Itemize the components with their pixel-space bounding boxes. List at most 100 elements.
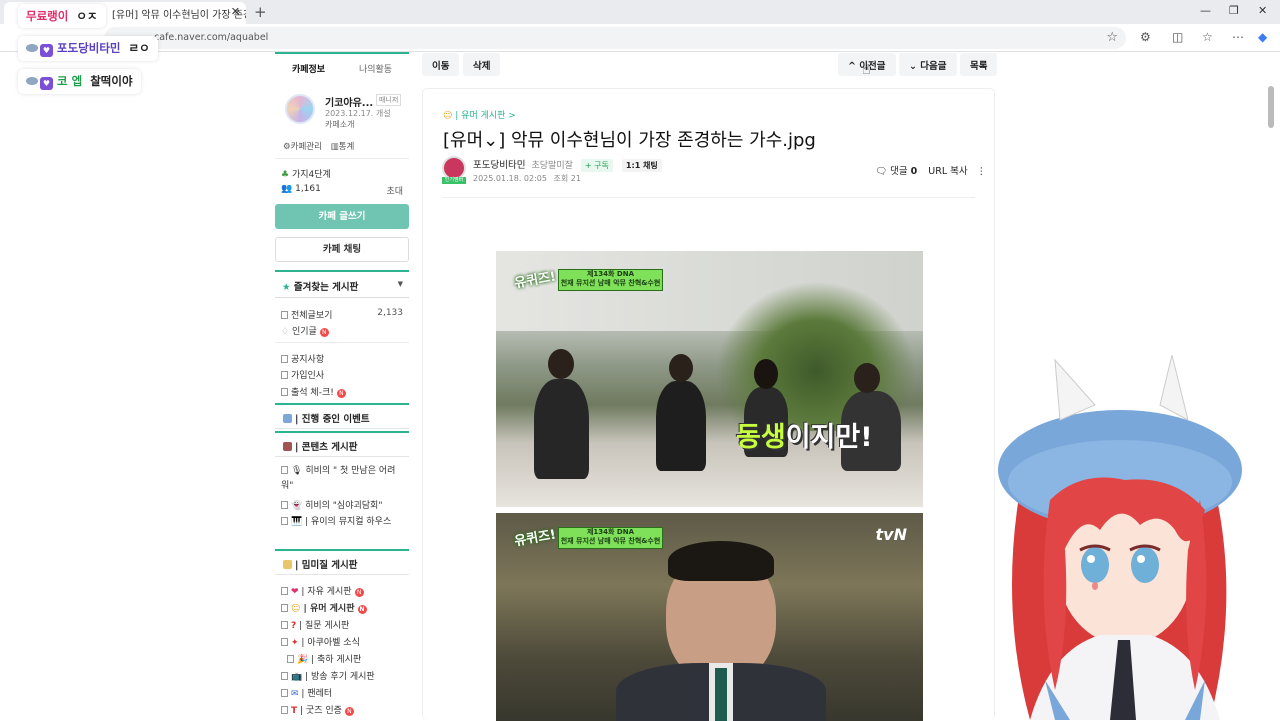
cafe-chat-button[interactable]: 카페 채팅 xyxy=(275,237,409,262)
bookmark-star-icon[interactable]: ☆ xyxy=(1106,30,1118,45)
menu-board-free[interactable]: ❤ | 자유 게시판 N xyxy=(281,584,364,597)
vtuber-avatar xyxy=(960,350,1280,720)
page-scrollbar[interactable] xyxy=(1268,86,1274,128)
more-icon[interactable]: ⋮ xyxy=(977,166,987,177)
heart-icon: ❤ xyxy=(291,587,299,597)
banner-top: 제134화 DNA xyxy=(586,270,634,278)
favorites-icon[interactable]: ☆ xyxy=(1202,30,1213,44)
menu-attend[interactable]: 출석 체-크! N xyxy=(281,385,346,398)
menu-label: | 굿즈 인증 xyxy=(300,706,342,716)
menu-board-humor[interactable]: ☺ | 유머 게시판 N xyxy=(281,601,367,614)
divider xyxy=(443,197,975,198)
menu-board-question[interactable]: ? | 질문 게시판 xyxy=(281,618,349,631)
banner-sub: 천재 뮤지션 남매 악뮤 찬혁&수현 xyxy=(560,279,661,287)
new-tab-button[interactable]: + xyxy=(254,3,267,21)
cafe-manage-link[interactable]: 카페관리 xyxy=(291,142,322,152)
mic-icon: 🎙 xyxy=(291,466,303,476)
minimize-icon[interactable]: — xyxy=(1200,4,1211,17)
host-2-head xyxy=(854,363,880,393)
star-icon: ★ xyxy=(282,282,291,293)
list-button[interactable]: 목록 xyxy=(960,53,998,76)
cursor-icon: ☝ xyxy=(862,62,871,78)
menu-notice[interactable]: 공지사항 xyxy=(281,352,324,365)
chevron-down-icon: ⌄ xyxy=(909,61,921,72)
video-frame-1: 제134화 DNA 천재 뮤지션 남매 악뮤 찬혁&수현 유퀴즈! 동생이지만! xyxy=(496,251,923,507)
comments-count: 0 xyxy=(910,166,918,177)
hand-icon xyxy=(283,560,292,569)
cafe-level-text: 가지4단계 xyxy=(291,170,331,180)
menu-content-2[interactable]: 👻 히비의 "심야괴담회" xyxy=(281,498,382,511)
stats-icon: ▥ xyxy=(330,142,339,152)
menu-content-1[interactable]: 🎙 히비의 " 첫 만남은 어려워" xyxy=(281,464,401,494)
menu-board-review[interactable]: 📺 | 방송 후기 게시판 xyxy=(281,669,375,682)
board-icon xyxy=(281,689,288,697)
one-on-one-chat-button[interactable]: 1:1 채팅 xyxy=(621,159,662,172)
chat-user-1: 무료랭이 xyxy=(26,9,69,23)
cafe-write-button[interactable]: 카페 글쓰기 xyxy=(275,204,409,229)
host-1-head xyxy=(548,349,574,379)
next-post-button[interactable]: ⌄ 다음글 xyxy=(899,53,957,76)
menu-board-goods[interactable]: T | 굿즈 인증 N xyxy=(281,703,354,716)
banner-sub: 천재 뮤지션 남매 악뮤 찬혁&수현 xyxy=(560,537,661,545)
extensions-icon[interactable]: ⚙ xyxy=(1140,30,1151,44)
group-label: | 진행 중인 이벤트 xyxy=(295,414,370,425)
party-icon: 🎉 xyxy=(297,655,309,665)
window-close-icon[interactable]: ✕ xyxy=(1258,4,1267,17)
favorite-boards-header[interactable]: ★ 즐겨찾는 게시판 ▼ xyxy=(275,270,409,298)
more-menu-icon[interactable]: ⋯ xyxy=(1232,30,1244,44)
cafe-logo[interactable] xyxy=(285,94,315,124)
menu-label: 출석 체-크! xyxy=(291,388,334,398)
close-icon[interactable]: ✕ xyxy=(231,5,240,18)
tab-my-activity[interactable]: 나의활동 xyxy=(342,54,409,80)
stats-link[interactable]: 통계 xyxy=(339,142,355,152)
favorite-boards-label: 즐겨찾는 게시판 xyxy=(293,282,359,293)
menu-label: 공지사항 xyxy=(291,355,325,365)
invite-link[interactable]: 초대 xyxy=(386,184,403,197)
menu-label: | 자유 게시판 xyxy=(301,587,352,597)
member-count[interactable]: 👥 1,161 xyxy=(281,184,321,194)
breadcrumb[interactable]: ☺ | 유머 게시판 > xyxy=(443,108,516,121)
menu-board-fanletter[interactable]: ✉ | 팬레터 xyxy=(281,686,332,699)
host-hair xyxy=(668,541,774,581)
group-event[interactable]: | 진행 중인 이벤트 xyxy=(275,403,409,429)
menu-board-congrats[interactable]: 🎉 | 축하 게시판 xyxy=(287,652,361,665)
menu-label: | 방송 후기 게시판 xyxy=(305,672,375,682)
author-name[interactable]: 포도당비타민 xyxy=(473,160,525,171)
group-contents[interactable]: | 콘텐츠 게시판 xyxy=(275,431,409,457)
post-title: [유머⌄] 악뮤 이수현님이 가장 존경하는 가수.jpg xyxy=(443,130,816,151)
network-logo: tvN xyxy=(875,525,907,544)
cafe-level: ♣ 가지4단계 xyxy=(281,167,331,180)
comments-link[interactable]: 🗨 댓글 0 URL 복사 ⋮ xyxy=(875,163,986,177)
heart-icon: ♥ xyxy=(40,77,53,90)
move-button[interactable]: 이동 xyxy=(422,53,460,76)
menu-label: 전체글보기 xyxy=(291,311,333,321)
menu-all-posts[interactable]: 전체글보기 xyxy=(281,308,332,321)
tab-cafe-info[interactable]: 카페정보 xyxy=(275,54,342,80)
maximize-icon[interactable]: ❐ xyxy=(1229,4,1239,17)
sidebar-tabs: 카페정보 나의활동 xyxy=(275,52,409,80)
comment-icon: 🗨 xyxy=(875,166,888,177)
delete-button[interactable]: 삭제 xyxy=(463,53,501,76)
chat-text-2: ㄹㅇ xyxy=(128,41,150,55)
cafe-name[interactable]: 기코야유... xyxy=(325,94,373,109)
menu-board-news[interactable]: ✦ | 아쿠아벨 소식 xyxy=(281,635,360,648)
new-badge: N xyxy=(336,389,346,398)
subscribe-button[interactable]: + 구독 xyxy=(580,159,613,172)
menu-content-3[interactable]: 🎹 | 유이의 뮤지컬 하우스 xyxy=(281,515,401,530)
saucer-icon xyxy=(26,77,38,85)
show-logo: 유퀴즈! xyxy=(513,527,558,550)
url-copy-button[interactable]: URL 복사 xyxy=(928,166,967,177)
split-screen-icon[interactable]: ◫ xyxy=(1172,30,1183,44)
menu-greet[interactable]: 가입인사 xyxy=(281,368,324,381)
menu-label: 히비의 "심야괴담회" xyxy=(305,501,383,511)
url-field[interactable]: cafe.naver.com/aquabel ☆ xyxy=(104,27,1126,49)
board-icon xyxy=(281,466,288,474)
cafe-intro-link[interactable]: 카페소개 xyxy=(325,119,354,130)
chat-text-3: 찰떡이야 xyxy=(90,74,133,88)
menu-label: | 아쿠아벨 소식 xyxy=(301,638,360,648)
copilot-icon[interactable]: ◆ xyxy=(1258,30,1267,44)
menu-popular[interactable]: ♢ 인기글 N xyxy=(281,324,329,337)
group-chat[interactable]: | 밈미질 게시판 xyxy=(275,549,409,575)
caret-down-icon[interactable]: ▼ xyxy=(398,280,403,288)
menu-label: | 유머 게시판 xyxy=(303,604,355,614)
